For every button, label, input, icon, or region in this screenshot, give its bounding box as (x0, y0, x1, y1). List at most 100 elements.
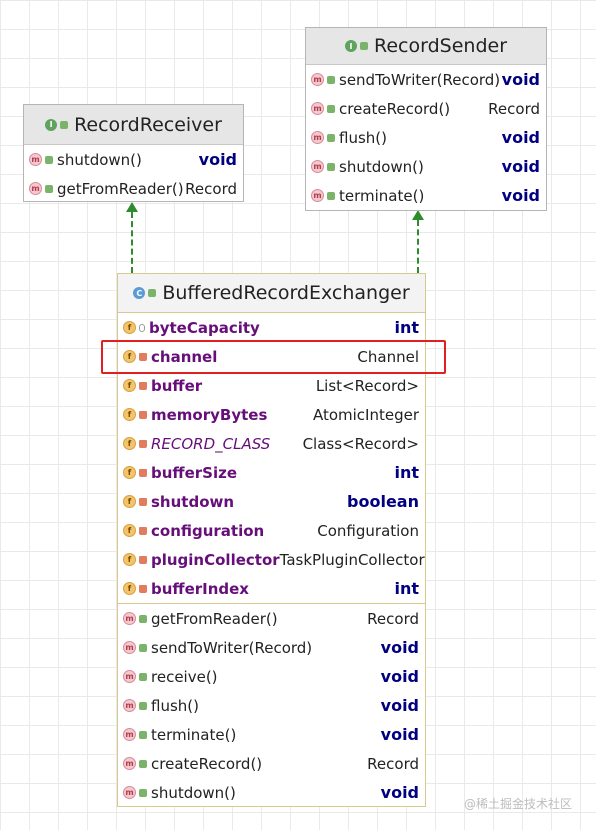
realization-arrow-sender (417, 220, 419, 273)
method-icon: m (311, 160, 324, 173)
method-return-type: Record (367, 754, 419, 773)
field-type: boolean (347, 492, 419, 511)
public-visibility-icon (139, 759, 147, 768)
private-lock-icon (139, 497, 147, 506)
method-row: m receive() void (118, 662, 425, 691)
field-name: bufferSize (151, 463, 237, 482)
method-return-type: void (380, 638, 419, 657)
field-icon: f (123, 466, 136, 479)
method-return-type: Record (185, 179, 237, 198)
method-name: getFromReader() (57, 179, 184, 198)
private-lock-icon (139, 439, 147, 448)
exchanger-title: BufferedRecordExchanger (162, 282, 410, 304)
method-return-type: Record (488, 99, 540, 118)
public-visibility-icon (327, 133, 335, 142)
public-visibility-icon (139, 701, 147, 710)
field-icon: f (123, 553, 136, 566)
field-icon: f (123, 582, 136, 595)
method-icon: m (123, 641, 136, 654)
method-icon: m (311, 102, 324, 115)
public-visibility-icon (327, 191, 335, 200)
public-visibility-icon (139, 788, 147, 797)
method-name: getFromReader() (151, 609, 278, 628)
field-name: pluginCollector (151, 550, 280, 569)
private-lock-icon (139, 555, 147, 564)
public-visibility-icon (139, 730, 147, 739)
field-row: f bufferSize int (118, 458, 425, 487)
method-name: terminate() (339, 186, 425, 205)
method-name: createRecord() (151, 754, 263, 773)
method-icon: m (311, 131, 324, 144)
public-visibility-icon (45, 184, 53, 193)
public-visibility-icon (139, 643, 147, 652)
record-sender-methods: m sendToWriter(Record) void m createReco… (306, 65, 546, 210)
field-row: f buffer List<Record> (118, 371, 425, 400)
method-return-type: Record (367, 609, 419, 628)
arrow-head-sender (412, 210, 424, 220)
record-sender-interface-box[interactable]: I RecordSender m sendToWriter(Record) vo… (305, 27, 547, 211)
field-name: byteCapacity (149, 318, 260, 337)
method-row: m createRecord() Record (118, 749, 425, 778)
method-icon: m (29, 182, 42, 195)
method-row: m sendToWriter(Record) void (306, 65, 546, 94)
method-icon: m (311, 73, 324, 86)
interface-icon: I (345, 40, 357, 52)
field-type: Configuration (317, 521, 419, 540)
record-receiver-interface-box[interactable]: I RecordReceiver m shutdown() void m get… (23, 104, 244, 202)
watermark-text: @稀土掘金技术社区 (464, 797, 573, 811)
method-row: m shutdown() void (24, 145, 243, 174)
field-icon: f (123, 524, 136, 537)
field-name: buffer (151, 376, 203, 395)
method-icon: m (123, 699, 136, 712)
method-name: receive() (151, 667, 218, 686)
method-name: flush() (339, 128, 387, 147)
method-return-type: void (380, 783, 419, 802)
field-name: shutdown (151, 492, 235, 511)
field-row: f memoryBytes AtomicInteger (118, 400, 425, 429)
field-type: Class<Record> (302, 434, 419, 453)
field-type: int (394, 463, 419, 482)
method-return-type: void (501, 186, 540, 205)
method-name: shutdown() (339, 157, 424, 176)
arrow-head-receiver (126, 202, 138, 212)
method-icon: m (123, 757, 136, 770)
exchanger-methods: m getFromReader() Record m sendToWriter(… (118, 603, 425, 807)
method-row: m terminate() void (118, 720, 425, 749)
method-return-type: void (380, 696, 419, 715)
method-row: m createRecord() Record (306, 94, 546, 123)
method-icon: m (123, 612, 136, 625)
field-icon: f (123, 379, 136, 392)
field-row: f pluginCollector TaskPluginCollector (118, 545, 425, 574)
field-type: int (394, 579, 419, 598)
method-row: m flush() void (118, 691, 425, 720)
public-visibility-icon (327, 75, 335, 84)
public-visibility-icon (60, 120, 69, 129)
package-visibility-icon (139, 323, 145, 332)
method-row: m getFromReader() Record (118, 604, 425, 633)
method-icon: m (311, 189, 324, 202)
private-lock-icon (139, 468, 147, 477)
method-name: createRecord() (339, 99, 451, 118)
public-visibility-icon (327, 104, 335, 113)
field-name: memoryBytes (151, 405, 268, 424)
field-row: f shutdown boolean (118, 487, 425, 516)
public-visibility-icon (139, 614, 147, 623)
realization-arrow-receiver (131, 212, 133, 273)
field-row: f byteCapacity int (118, 313, 425, 342)
exchanger-header: C BufferedRecordExchanger (118, 274, 425, 313)
interface-icon: I (45, 118, 58, 131)
field-type: AtomicInteger (312, 405, 419, 424)
method-row: m sendToWriter(Record) void (118, 633, 425, 662)
method-name: shutdown() (57, 150, 142, 169)
record-sender-header: I RecordSender (306, 28, 546, 65)
public-visibility-icon (139, 672, 147, 681)
method-icon: m (123, 728, 136, 741)
private-lock-icon (139, 526, 147, 535)
channel-highlight-box (101, 340, 446, 374)
private-lock-icon (139, 410, 147, 419)
method-return-type: void (501, 157, 540, 176)
field-row: f configuration Configuration (118, 516, 425, 545)
class-icon: C (133, 287, 146, 299)
method-row: m shutdown() void (306, 152, 546, 181)
field-icon: f (123, 437, 136, 450)
